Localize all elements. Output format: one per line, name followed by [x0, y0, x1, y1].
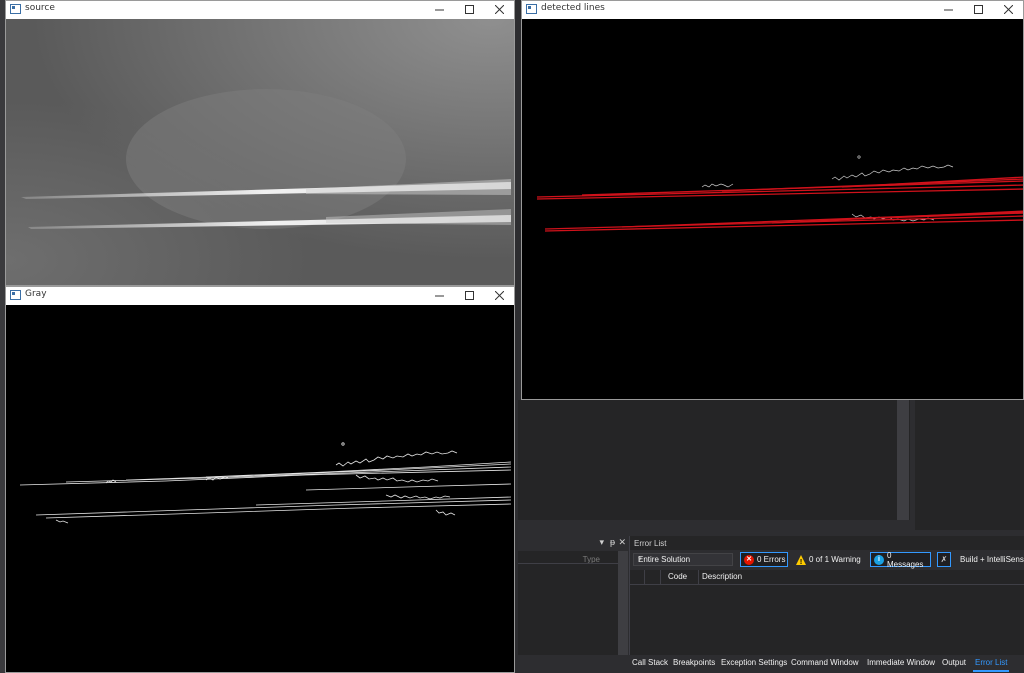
tab-exception-settings[interactable]: Exception Settings	[721, 658, 787, 667]
info-icon: i	[874, 554, 884, 565]
tab-call-stack[interactable]: Call Stack	[632, 658, 668, 667]
window-title: source	[25, 3, 55, 13]
close-button[interactable]	[484, 1, 514, 18]
minimize-button[interactable]	[424, 1, 454, 18]
close-button[interactable]	[484, 287, 514, 304]
error-list-toolbar: Entire Solution ▾ ✕ 0 Errors ! 0 of 1 Wa…	[630, 550, 1024, 570]
chevron-down-icon: ▾	[638, 556, 642, 563]
app-icon	[526, 4, 537, 14]
messages-label: 0 Messages	[886, 550, 924, 569]
description-column-header[interactable]: Description	[702, 572, 742, 581]
window-titlebar[interactable]: detected lines	[522, 1, 1023, 18]
window-titlebar[interactable]: Gray	[6, 287, 514, 304]
vs-right-panel	[915, 400, 1024, 530]
error-icon: ✕	[744, 554, 754, 565]
detected-lines-image	[522, 19, 1023, 399]
warnings-label: 0 of 1 Warning	[809, 555, 861, 564]
tab-breakpoints[interactable]: Breakpoints	[673, 658, 715, 667]
maximize-button[interactable]	[454, 287, 484, 304]
dropdown-arrow-icon[interactable]: ▾	[599, 537, 604, 548]
maximize-button[interactable]	[454, 1, 484, 18]
errors-label: 0 Errors	[757, 555, 786, 564]
close-button[interactable]	[993, 1, 1023, 18]
filter-icon-button[interactable]: ✗	[937, 552, 951, 567]
build-intellisense-dropdown[interactable]: Build + IntelliSens	[960, 552, 1024, 567]
pin-icon[interactable]: ᵽ	[610, 537, 615, 547]
warning-icon: !	[796, 554, 806, 566]
close-icon[interactable]: ✕	[618, 537, 626, 548]
tab-immediate-window[interactable]: Immediate Window	[867, 658, 935, 667]
error-list-columns: Code Description	[630, 570, 1024, 585]
error-list-panel: Error List Entire Solution ▾ ✕ 0 Errors …	[629, 536, 1024, 656]
svg-text:!: !	[800, 559, 802, 565]
side-panel: ▾ ᵽ ✕ Type	[518, 535, 628, 655]
build-label: Build + IntelliSens	[960, 555, 1024, 564]
source-image	[6, 19, 514, 285]
filter-icon: ✗	[940, 555, 948, 564]
vs-editor-area	[518, 400, 910, 520]
minimize-button[interactable]	[933, 1, 963, 18]
detected-lines-window[interactable]: detected lines	[521, 0, 1024, 400]
app-icon	[10, 4, 21, 14]
messages-filter-button[interactable]: i 0 Messages	[870, 550, 931, 569]
vertical-scrollbar[interactable]	[897, 400, 909, 520]
scope-dropdown[interactable]: Entire Solution ▾	[633, 553, 733, 566]
horizontal-scrollbar[interactable]	[518, 520, 910, 530]
divider	[518, 563, 618, 564]
error-list-title: Error List	[634, 539, 667, 548]
tab-bar-left	[518, 655, 629, 673]
side-panel-scrollbar[interactable]	[618, 551, 628, 655]
tool-window-tabs: Call Stack Breakpoints Exception Setting…	[629, 655, 1024, 673]
code-column-header[interactable]: Code	[668, 572, 687, 581]
errors-filter-button[interactable]: ✕ 0 Errors	[740, 552, 788, 567]
app-icon	[10, 290, 21, 300]
gray-window[interactable]: Gray	[5, 286, 515, 673]
tab-error-list[interactable]: Error List	[972, 658, 1010, 672]
warnings-filter-button[interactable]: ! 0 of 1 Warning	[793, 552, 865, 567]
maximize-button[interactable]	[963, 1, 993, 18]
window-title: detected lines	[541, 3, 605, 13]
edge-image	[6, 305, 514, 672]
minimize-button[interactable]	[424, 287, 454, 304]
tab-output[interactable]: Output	[942, 658, 966, 667]
window-titlebar[interactable]: source	[6, 1, 514, 18]
window-title: Gray	[25, 289, 47, 299]
tab-command-window[interactable]: Command Window	[791, 658, 859, 667]
source-window[interactable]: source	[5, 0, 515, 286]
side-panel-header: ▾ ᵽ ✕	[518, 535, 628, 551]
